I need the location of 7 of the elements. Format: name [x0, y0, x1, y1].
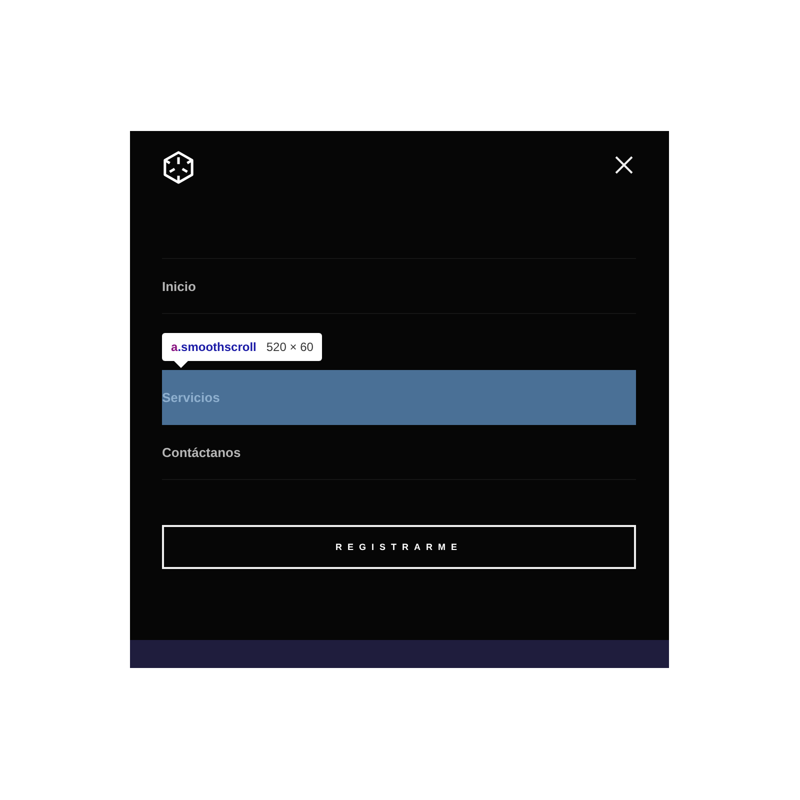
menu-link[interactable]: Inicio: [162, 259, 636, 314]
selector-label: a.smoothscroll: [171, 340, 256, 354]
register-button[interactable]: REGISTRARME: [162, 525, 636, 569]
size-label: 520 × 60: [266, 340, 314, 354]
close-icon[interactable]: [614, 155, 634, 175]
cube-logo-icon[interactable]: [162, 150, 195, 184]
menu-link[interactable]: Contáctanos: [162, 425, 636, 480]
